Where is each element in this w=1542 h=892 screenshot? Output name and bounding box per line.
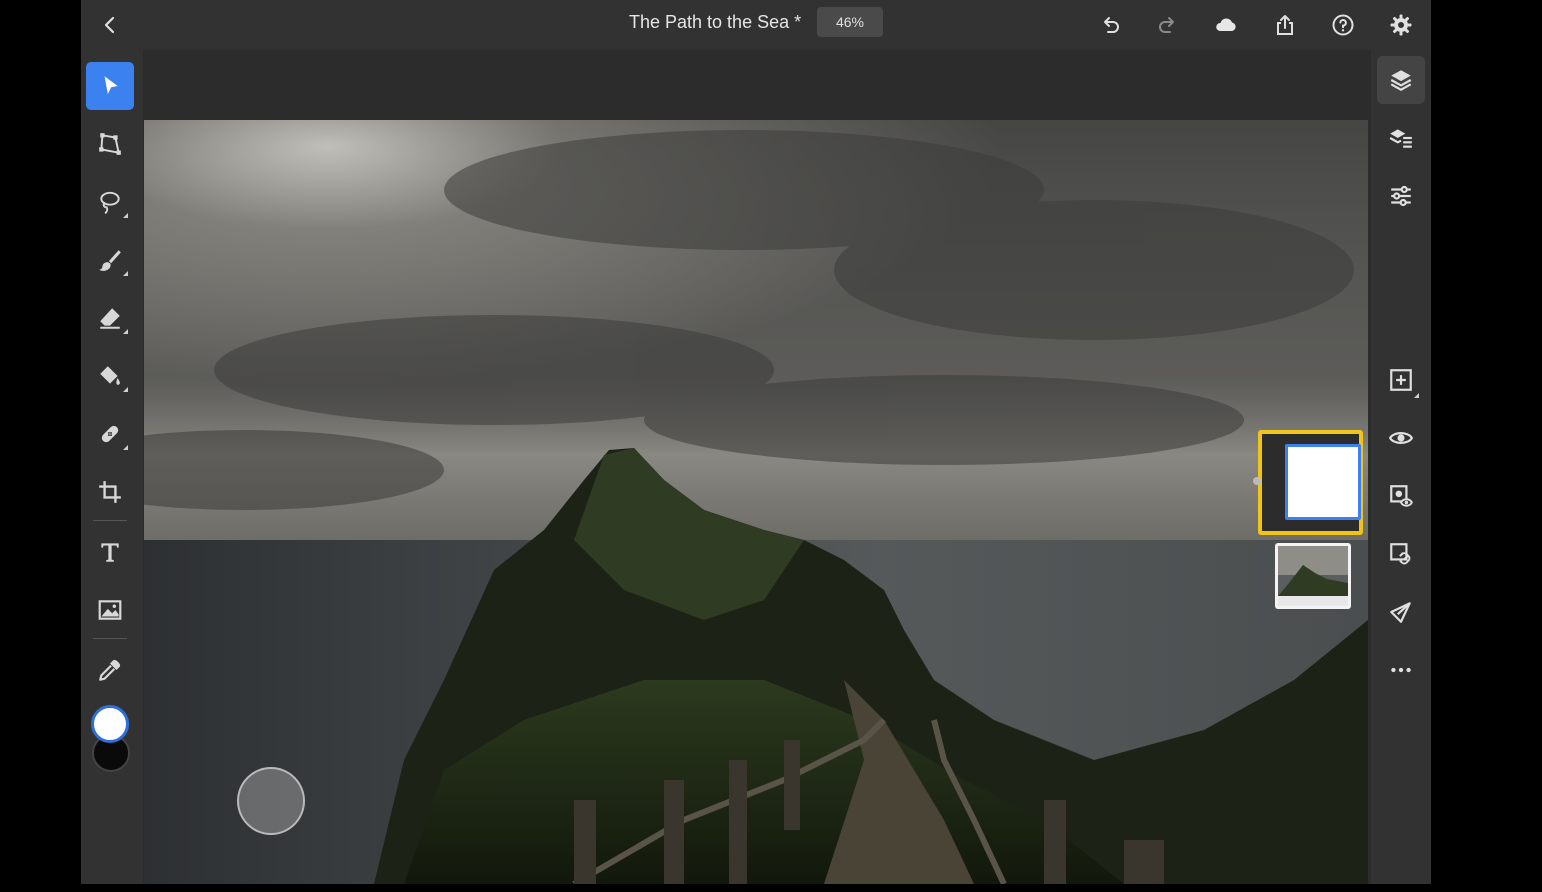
undo-icon[interactable]: [1091, 6, 1129, 44]
layer-properties-button[interactable]: [1377, 114, 1425, 162]
share-icon[interactable]: [1266, 6, 1304, 44]
brush-icon: [99, 250, 121, 271]
visibility-icon: [1388, 432, 1414, 444]
arrow-cursor-icon: [104, 76, 118, 95]
healing-tool[interactable]: [86, 410, 134, 458]
crop-icon: [99, 481, 121, 503]
settings-icon[interactable]: [1382, 6, 1420, 44]
toolbar-divider: [93, 520, 127, 521]
brush-tool[interactable]: [86, 236, 134, 284]
bandage-icon: [101, 425, 119, 443]
clipping-icon: [1390, 543, 1411, 565]
help-icon[interactable]: [1324, 6, 1362, 44]
clipping-mask-button[interactable]: [1377, 530, 1425, 578]
image-icon: [98, 600, 122, 620]
foreground-color-swatch[interactable]: [91, 705, 129, 743]
top-bar: The Path to the Sea * 46%: [81, 0, 1431, 50]
more-options-button[interactable]: [1377, 646, 1425, 694]
mask-icon: [1390, 485, 1413, 507]
selection-icon: [1390, 602, 1411, 623]
transform-icon: [99, 133, 121, 155]
eyedropper-icon: [99, 659, 121, 681]
toolbar-divider: [93, 638, 127, 639]
touch-indicator: [237, 767, 305, 835]
eraser-tool[interactable]: [86, 294, 134, 342]
adjustments-icon: [1391, 185, 1411, 207]
layer-properties-icon: [1389, 129, 1412, 148]
text-icon: [101, 543, 119, 562]
layers-stack: [1253, 430, 1371, 620]
fill-tool[interactable]: [86, 352, 134, 400]
eraser-icon: [100, 308, 120, 329]
submenu-indicator: [123, 329, 128, 334]
layer-drag-handle[interactable]: [1253, 477, 1261, 485]
submenu-indicator: [123, 445, 128, 450]
more-icon: [1391, 667, 1411, 673]
transform-tool[interactable]: [86, 120, 134, 168]
crop-tool[interactable]: [86, 468, 134, 516]
lasso-icon: [100, 191, 120, 214]
layer-thumbnail-photo[interactable]: [1275, 543, 1351, 609]
layer-mask-button[interactable]: [1377, 472, 1425, 520]
paint-bucket-icon: [100, 366, 120, 385]
left-toolbar: [81, 50, 143, 884]
add-layer-icon: [1390, 369, 1412, 391]
layer-visibility-button[interactable]: [1377, 414, 1425, 462]
lasso-tool[interactable]: [86, 178, 134, 226]
right-toolbar: [1371, 50, 1431, 884]
layers-icon: [1390, 70, 1412, 91]
selection-tools-button[interactable]: [1377, 588, 1425, 636]
type-tool[interactable]: [86, 528, 134, 576]
submenu-indicator: [123, 387, 128, 392]
zoom-level[interactable]: 46%: [817, 7, 883, 37]
cloud-icon[interactable]: [1207, 6, 1245, 44]
document-title: The Path to the Sea *: [629, 12, 802, 32]
select-move-tool[interactable]: [86, 62, 134, 110]
add-layer-button[interactable]: [1377, 356, 1425, 404]
submenu-indicator: [123, 271, 128, 276]
landscape-photo: [144, 120, 1368, 884]
place-image-tool[interactable]: [86, 586, 134, 634]
layers-panel-button[interactable]: [1377, 56, 1425, 104]
submenu-indicator: [123, 213, 128, 218]
adjustments-button[interactable]: [1377, 172, 1425, 220]
redo-icon[interactable]: [1149, 6, 1187, 44]
back-icon[interactable]: [91, 6, 129, 44]
submenu-indicator: [1414, 393, 1419, 398]
photoshop-app: The Path to the Sea * 46%: [81, 0, 1431, 884]
document-canvas[interactable]: [144, 120, 1368, 884]
eyedropper-tool[interactable]: [86, 646, 134, 694]
layer-thumbnail-blank[interactable]: [1285, 444, 1361, 520]
